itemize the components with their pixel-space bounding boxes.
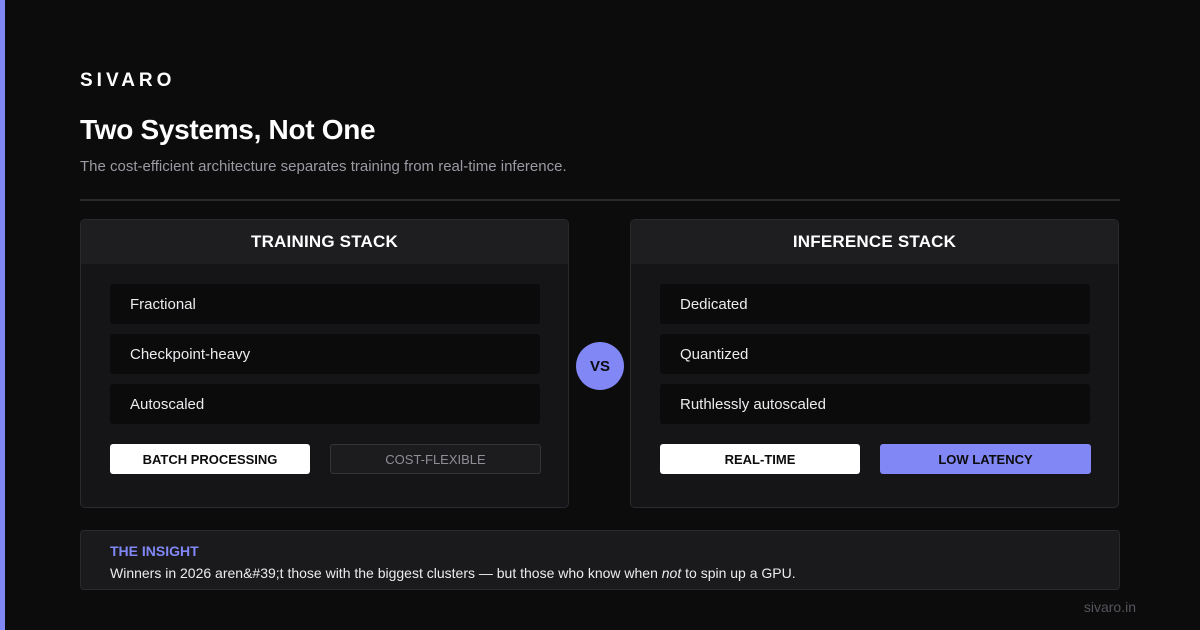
insight-box: THE INSIGHT Winners in 2026 aren&#39;t t… xyxy=(80,530,1120,590)
inference-item-dedicated: Dedicated xyxy=(660,284,1090,324)
insight-text-before: Winners in 2026 aren&#39;t those with th… xyxy=(110,565,662,581)
page-subtitle: The cost-efficient architecture separate… xyxy=(80,158,567,175)
inference-stack-card: INFERENCE STACK Dedicated Quantized Ruth… xyxy=(630,219,1119,508)
training-item-checkpoint-heavy: Checkpoint-heavy xyxy=(110,334,540,374)
accent-bar xyxy=(0,0,5,630)
training-item-autoscaled: Autoscaled xyxy=(110,384,540,424)
training-stack-card: TRAINING STACK Fractional Checkpoint-hea… xyxy=(80,219,569,508)
tag-low-latency: LOW LATENCY xyxy=(880,444,1091,474)
insight-text: Winners in 2026 aren&#39;t those with th… xyxy=(110,564,796,582)
brand-logo: SIVARO xyxy=(80,70,176,91)
page-title: Two Systems, Not One xyxy=(80,114,376,145)
insight-text-emphasis: not xyxy=(661,565,682,581)
inference-item-quantized: Quantized xyxy=(660,334,1090,374)
inference-item-ruthlessly-autoscaled: Ruthlessly autoscaled xyxy=(660,384,1090,424)
vs-badge: VS xyxy=(576,342,624,390)
insight-text-after: to spin up a GPU. xyxy=(681,565,796,581)
insight-label: THE INSIGHT xyxy=(110,543,199,559)
footer-url: sivaro.in xyxy=(1083,599,1136,615)
training-item-fractional: Fractional xyxy=(110,284,540,324)
inference-stack-heading: INFERENCE STACK xyxy=(631,220,1118,264)
header-divider xyxy=(80,199,1120,201)
tag-cost-flexible: COST-FLEXIBLE xyxy=(330,444,541,474)
tag-real-time: REAL-TIME xyxy=(660,444,860,474)
training-stack-heading: TRAINING STACK xyxy=(81,220,568,264)
tag-batch-processing: BATCH PROCESSING xyxy=(110,444,310,474)
